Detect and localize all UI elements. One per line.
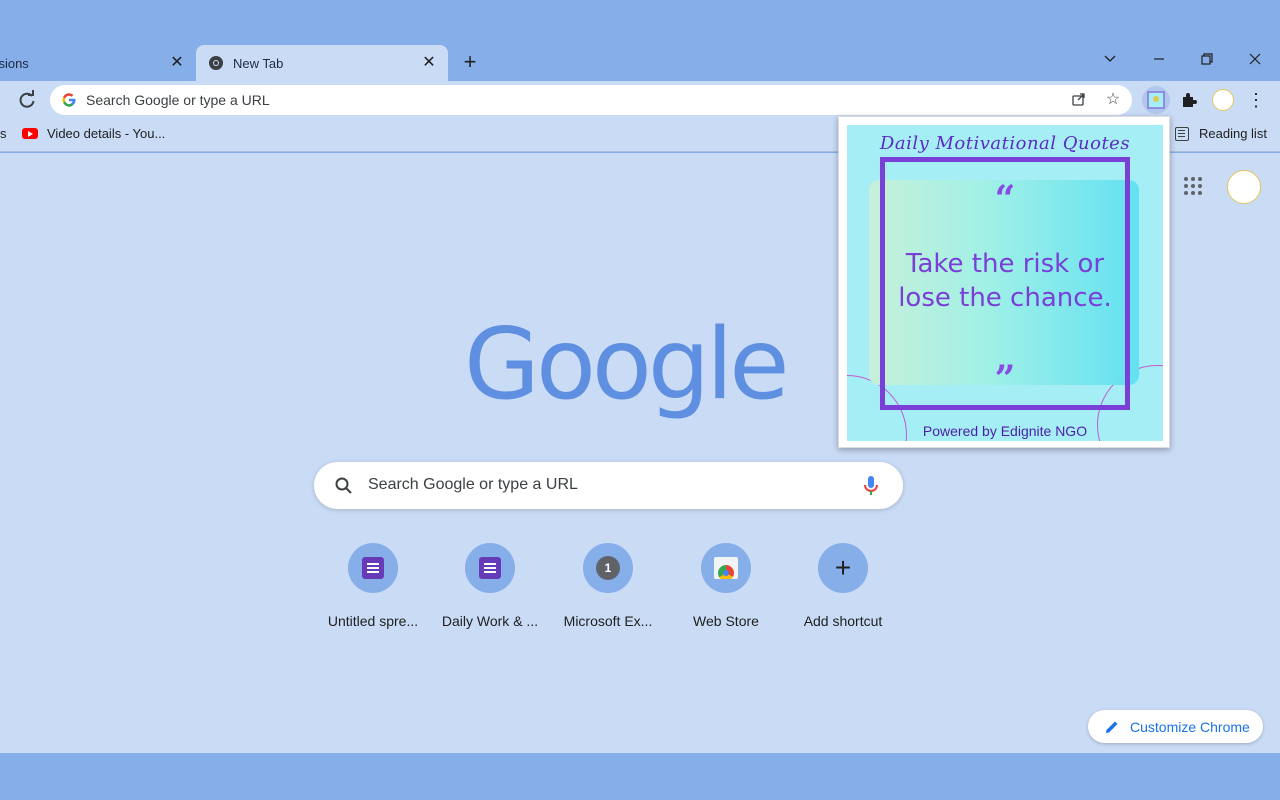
google-apps-icon[interactable] — [1184, 177, 1204, 197]
address-bar[interactable]: Search Google or type a URL ☆ — [50, 85, 1132, 115]
close-tab-icon[interactable]: ✕ — [168, 54, 186, 72]
quotes-extension-button[interactable] — [1142, 86, 1170, 114]
account-avatar[interactable] — [1227, 170, 1261, 204]
bookmark-item[interactable]: s — [0, 126, 7, 141]
shortcut-tile[interactable]: Daily Work & ... — [435, 543, 545, 629]
shortcut-icon-circle: + — [818, 543, 868, 593]
chrome-icon — [209, 56, 223, 70]
extension-popup: Daily Motivational Quotes “ Take the ris… — [838, 116, 1170, 448]
tab-strip: ensions ✕ New Tab ✕ + — [0, 0, 1280, 81]
quote-line: lose the chance. — [898, 283, 1112, 313]
menu-kebab-icon[interactable]: ⋮ — [1242, 86, 1270, 114]
toolbar: Search Google or type a URL ☆ ⋮ — [0, 81, 1280, 119]
address-bar-text: Search Google or type a URL — [86, 92, 270, 108]
reading-list-label: Reading list — [1199, 126, 1267, 141]
search-icon — [335, 477, 352, 494]
close-quote-mark: ” — [994, 358, 1016, 400]
sheet-icon — [479, 557, 501, 579]
shortcut-icon-circle: 1 — [583, 543, 633, 593]
google-logo: Google — [464, 308, 790, 422]
google-g-icon — [62, 93, 76, 107]
youtube-icon — [22, 128, 38, 139]
quote-text: Take the risk or lose the chance. — [847, 247, 1163, 315]
shortcut-icon-circle — [348, 543, 398, 593]
add-shortcut-tile[interactable]: + Add shortcut — [788, 543, 898, 629]
shortcut-icon-circle — [465, 543, 515, 593]
extensions-button[interactable] — [1175, 86, 1203, 114]
customize-chrome-button[interactable]: Customize Chrome — [1088, 710, 1263, 743]
search-box[interactable]: Search Google or type a URL — [314, 462, 903, 509]
minimize-icon[interactable] — [1147, 50, 1171, 72]
reload-icon[interactable] — [16, 89, 38, 111]
web-store-icon — [714, 557, 738, 579]
reading-list-icon — [1175, 126, 1189, 141]
tab-label: New Tab — [233, 55, 284, 71]
sheet-icon — [362, 557, 384, 579]
quote-line: Take the risk or — [905, 249, 1105, 279]
close-window-icon[interactable] — [1243, 50, 1267, 72]
shortcut-label: Microsoft Ex... — [563, 613, 653, 629]
shortcut-label: Web Store — [693, 613, 759, 629]
bookmark-star-icon[interactable]: ☆ — [1104, 91, 1122, 109]
shortcut-tile[interactable]: Untitled spre... — [318, 543, 428, 629]
tab-extensions[interactable]: ensions ✕ — [0, 45, 196, 81]
number-icon: 1 — [596, 556, 620, 580]
avatar-icon — [1212, 89, 1234, 111]
bookmark-label: Video details - You... — [47, 126, 166, 141]
taskbar-area — [0, 753, 1280, 800]
tab-search-icon[interactable] — [1098, 50, 1122, 72]
plus-icon: + — [834, 552, 852, 583]
search-placeholder: Search Google or type a URL — [368, 476, 578, 493]
puzzle-icon — [1183, 93, 1197, 107]
powered-by-text: Powered by Edignite NGO — [922, 423, 1088, 439]
shortcut-label: Daily Work & ... — [441, 613, 539, 629]
tab-new-tab[interactable]: New Tab ✕ — [196, 45, 448, 81]
bookmark-video-details[interactable]: Video details - You... — [22, 126, 165, 141]
quote-card: Daily Motivational Quotes “ Take the ris… — [847, 125, 1163, 441]
bookmark-label: s — [0, 126, 7, 141]
shortcut-tile[interactable]: 1 Microsoft Ex... — [553, 543, 663, 629]
restore-icon[interactable] — [1195, 50, 1219, 72]
close-tab-icon[interactable]: ✕ — [420, 54, 438, 72]
quotes-extension-icon — [1147, 91, 1165, 109]
tab-label: ensions — [0, 55, 29, 71]
new-tab-button[interactable]: + — [458, 50, 482, 74]
popup-title: Daily Motivational Quotes — [879, 133, 1131, 154]
customize-chrome-label: Customize Chrome — [1130, 718, 1250, 735]
microphone-icon[interactable] — [862, 474, 880, 498]
pencil-icon — [1106, 721, 1118, 733]
shortcut-label: Add shortcut — [803, 613, 883, 629]
share-icon[interactable] — [1070, 91, 1088, 109]
shortcut-label: Untitled spre... — [327, 613, 419, 629]
shortcut-icon-circle — [701, 543, 751, 593]
open-quote-mark: “ — [994, 178, 1016, 220]
shortcut-tile[interactable]: Web Store — [671, 543, 781, 629]
profile-button[interactable] — [1209, 86, 1237, 114]
reading-list-button[interactable]: Reading list — [1175, 126, 1267, 141]
